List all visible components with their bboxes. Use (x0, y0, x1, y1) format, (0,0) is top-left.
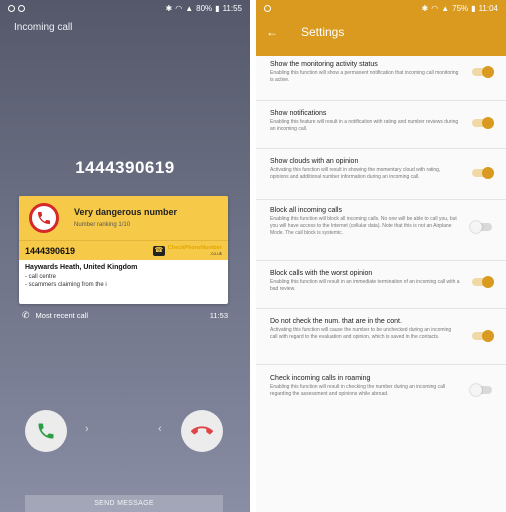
screen-title: Incoming call (14, 22, 73, 33)
number-ranking: Number ranking 1/10 (74, 222, 131, 228)
setting-description: Enabling this function will result in ch… (270, 384, 446, 397)
hang-up-icon (191, 426, 213, 435)
setting-description: Enabling this function will result in an… (270, 279, 460, 292)
setting-block-worst-opinion[interactable]: Block calls with the worst opinion Enabl… (256, 261, 506, 309)
setting-description: Enabling this function will show a perma… (270, 70, 459, 83)
setting-title: Show notifications (270, 110, 327, 117)
setting-description: Enabling this function will block all in… (270, 216, 457, 236)
incoming-call-screen: ✱ ◠ ▲ 80% ▮ 11:55 Incoming call 14443906… (0, 0, 250, 512)
brand-logo: ☎ CheckPhoneNumber .co.uk (152, 245, 222, 256)
setting-show-notifications[interactable]: Show notifications Enabling this feature… (256, 101, 506, 149)
setting-monitoring-status[interactable]: Show the monitoring activity status Enab… (256, 56, 506, 101)
page-title: Settings (301, 25, 345, 39)
setting-show-clouds[interactable]: Show clouds with an opinion Activating t… (256, 149, 506, 200)
toggle-knob (482, 330, 494, 342)
card-number: 1444390619 (25, 245, 76, 256)
caller-detail: - scammers claiming from the i (25, 282, 107, 288)
battery-icon: ▮ (215, 3, 220, 13)
setting-title: Show the monitoring activity status (270, 61, 378, 68)
wifi-icon: ◠ (175, 3, 183, 13)
setting-description: Activating this function will cause the … (270, 327, 452, 340)
chevron-right-icon: › (85, 423, 89, 435)
setting-title: Show clouds with an opinion (270, 158, 359, 165)
signal-icon: ▲ (441, 3, 450, 13)
status-bar: ✱ ◠ ▲ 75% ▮ 11:04 (256, 0, 506, 16)
toggle-switch[interactable] (470, 384, 492, 396)
settings-screen: ✱ ◠ ▲ 75% ▮ 11:04 ← Settings Show the mo… (256, 0, 506, 512)
setting-description: Activating this function will result in … (270, 167, 441, 180)
battery-level: 75% (452, 3, 469, 13)
toggle-knob (482, 276, 494, 288)
toggle-knob (482, 66, 494, 78)
toggle-switch[interactable] (472, 330, 494, 342)
bluetooth-icon: ✱ (421, 3, 429, 13)
toggle-knob (470, 221, 482, 233)
toggle-knob (470, 384, 482, 396)
app-toolbar: ✱ ◠ ▲ 75% ▮ 11:04 ← Settings (256, 0, 506, 56)
setting-skip-contacts[interactable]: Do not check the num. that are in the co… (256, 309, 506, 365)
notification-icon (8, 4, 15, 12)
toggle-knob (482, 117, 494, 129)
chevron-left-icon: ‹ (158, 423, 162, 435)
signal-icon: ▲ (185, 3, 194, 13)
setting-title: Block calls with the worst opinion (270, 270, 373, 277)
most-recent-call: ✆ Most recent call 11:53 (22, 310, 228, 321)
caller-detail: - call centre (25, 274, 57, 280)
toggle-switch[interactable] (472, 276, 494, 288)
brand-phone-icon: ☎ (152, 245, 165, 256)
setting-title: Do not check the num. that are in the co… (270, 318, 402, 325)
setting-title: Check incoming calls in roaming (270, 375, 371, 382)
setting-description: Enabling this feature will result in a n… (270, 119, 459, 132)
notification-icon (264, 4, 271, 12)
recent-label: Most recent call (35, 311, 89, 320)
battery-level: 80% (196, 3, 213, 13)
warning-title: Very dangerous number (74, 207, 178, 217)
toggle-knob (482, 167, 494, 179)
caller-info-card[interactable]: Very dangerous number Number ranking 1/1… (19, 196, 228, 304)
notification-icon (18, 4, 25, 12)
caller-number: 1444390619 (75, 158, 175, 177)
status-bar: ✱ ◠ ▲ 80% ▮ 11:55 (0, 0, 250, 16)
status-time: 11:04 (478, 3, 498, 13)
decline-call-button[interactable] (181, 410, 223, 452)
bluetooth-icon: ✱ (165, 3, 173, 13)
accept-call-button[interactable] (25, 410, 67, 452)
phone-icon (38, 423, 54, 439)
toggle-switch[interactable] (472, 167, 494, 179)
battery-icon: ▮ (471, 3, 476, 13)
recent-time: 11:53 (209, 311, 228, 320)
setting-roaming[interactable]: Check incoming calls in roaming Enabling… (256, 365, 506, 419)
toggle-switch[interactable] (470, 221, 492, 233)
setting-block-all-calls[interactable]: Block all incoming calls Enabling this f… (256, 200, 506, 261)
caller-location: Haywards Heath, United Kingdom (25, 264, 138, 271)
toggle-switch[interactable] (472, 117, 494, 129)
status-time: 11:55 (222, 3, 242, 13)
back-arrow-icon[interactable]: ← (266, 25, 278, 39)
wifi-icon: ◠ (431, 3, 439, 13)
setting-title: Block all incoming calls (270, 207, 342, 214)
phone-warning-icon (29, 203, 59, 233)
send-message-button[interactable]: SEND MESSAGE (25, 495, 223, 512)
call-log-icon: ✆ (22, 310, 30, 320)
toggle-switch[interactable] (472, 66, 494, 78)
